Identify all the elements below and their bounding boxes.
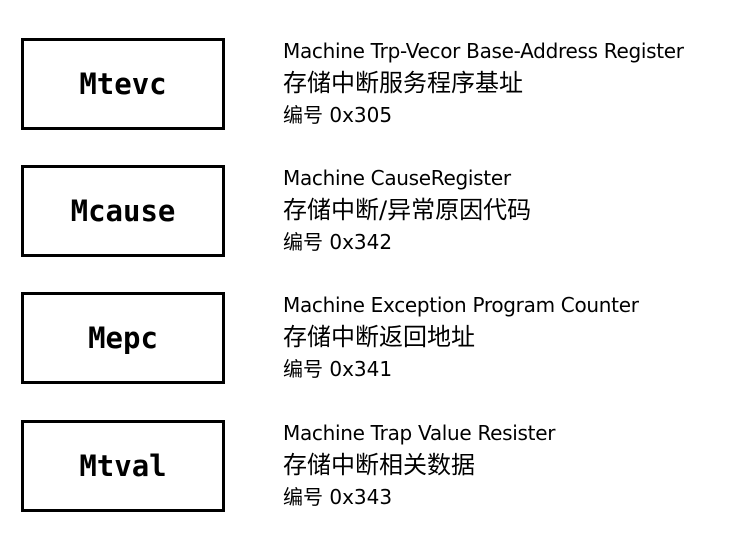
register-box: Mcause — [21, 165, 225, 257]
register-row-mcause: Mcause Machine CauseRegister 存储中断/异常原因代码… — [0, 165, 748, 265]
register-number: 编号 0x343 — [283, 485, 393, 509]
register-description: Machine Exception Program Counter 存储中断返回… — [283, 289, 743, 385]
register-number: 编号 0x341 — [283, 357, 393, 381]
register-row-mepc: Mepc Machine Exception Program Counter 存… — [0, 292, 748, 392]
register-name: Mtevc — [79, 67, 167, 101]
register-name: Mtval — [79, 449, 167, 483]
register-box: Mepc — [21, 292, 225, 384]
register-number: 编号 0x305 — [283, 103, 393, 127]
register-box: Mtevc — [21, 38, 225, 130]
register-english-name: Machine Trp-Vecor Base-Address Register — [283, 39, 684, 63]
register-chinese-description: 存储中断服务程序基址 — [283, 69, 523, 97]
register-chinese-description: 存储中断相关数据 — [283, 451, 475, 479]
register-english-name: Machine Exception Program Counter — [283, 293, 639, 317]
register-english-name: Machine CauseRegister — [283, 166, 511, 190]
register-row-mtval: Mtval Machine Trap Value Resister 存储中断相关… — [0, 420, 748, 520]
register-description: Machine Trap Value Resister 存储中断相关数据 编号 … — [283, 417, 743, 513]
register-box: Mtval — [21, 420, 225, 512]
register-chinese-description: 存储中断/异常原因代码 — [283, 196, 532, 224]
register-english-name: Machine Trap Value Resister — [283, 421, 556, 445]
register-name: Mepc — [88, 321, 158, 355]
register-number: 编号 0x342 — [283, 230, 393, 254]
register-name: Mcause — [70, 194, 176, 228]
register-row-mtevc: Mtevc Machine Trp-Vecor Base-Address Reg… — [0, 38, 748, 138]
register-description: Machine Trp-Vecor Base-Address Register … — [283, 35, 743, 131]
register-description: Machine CauseRegister 存储中断/异常原因代码 编号 0x3… — [283, 162, 743, 258]
register-chinese-description: 存储中断返回地址 — [283, 323, 475, 351]
